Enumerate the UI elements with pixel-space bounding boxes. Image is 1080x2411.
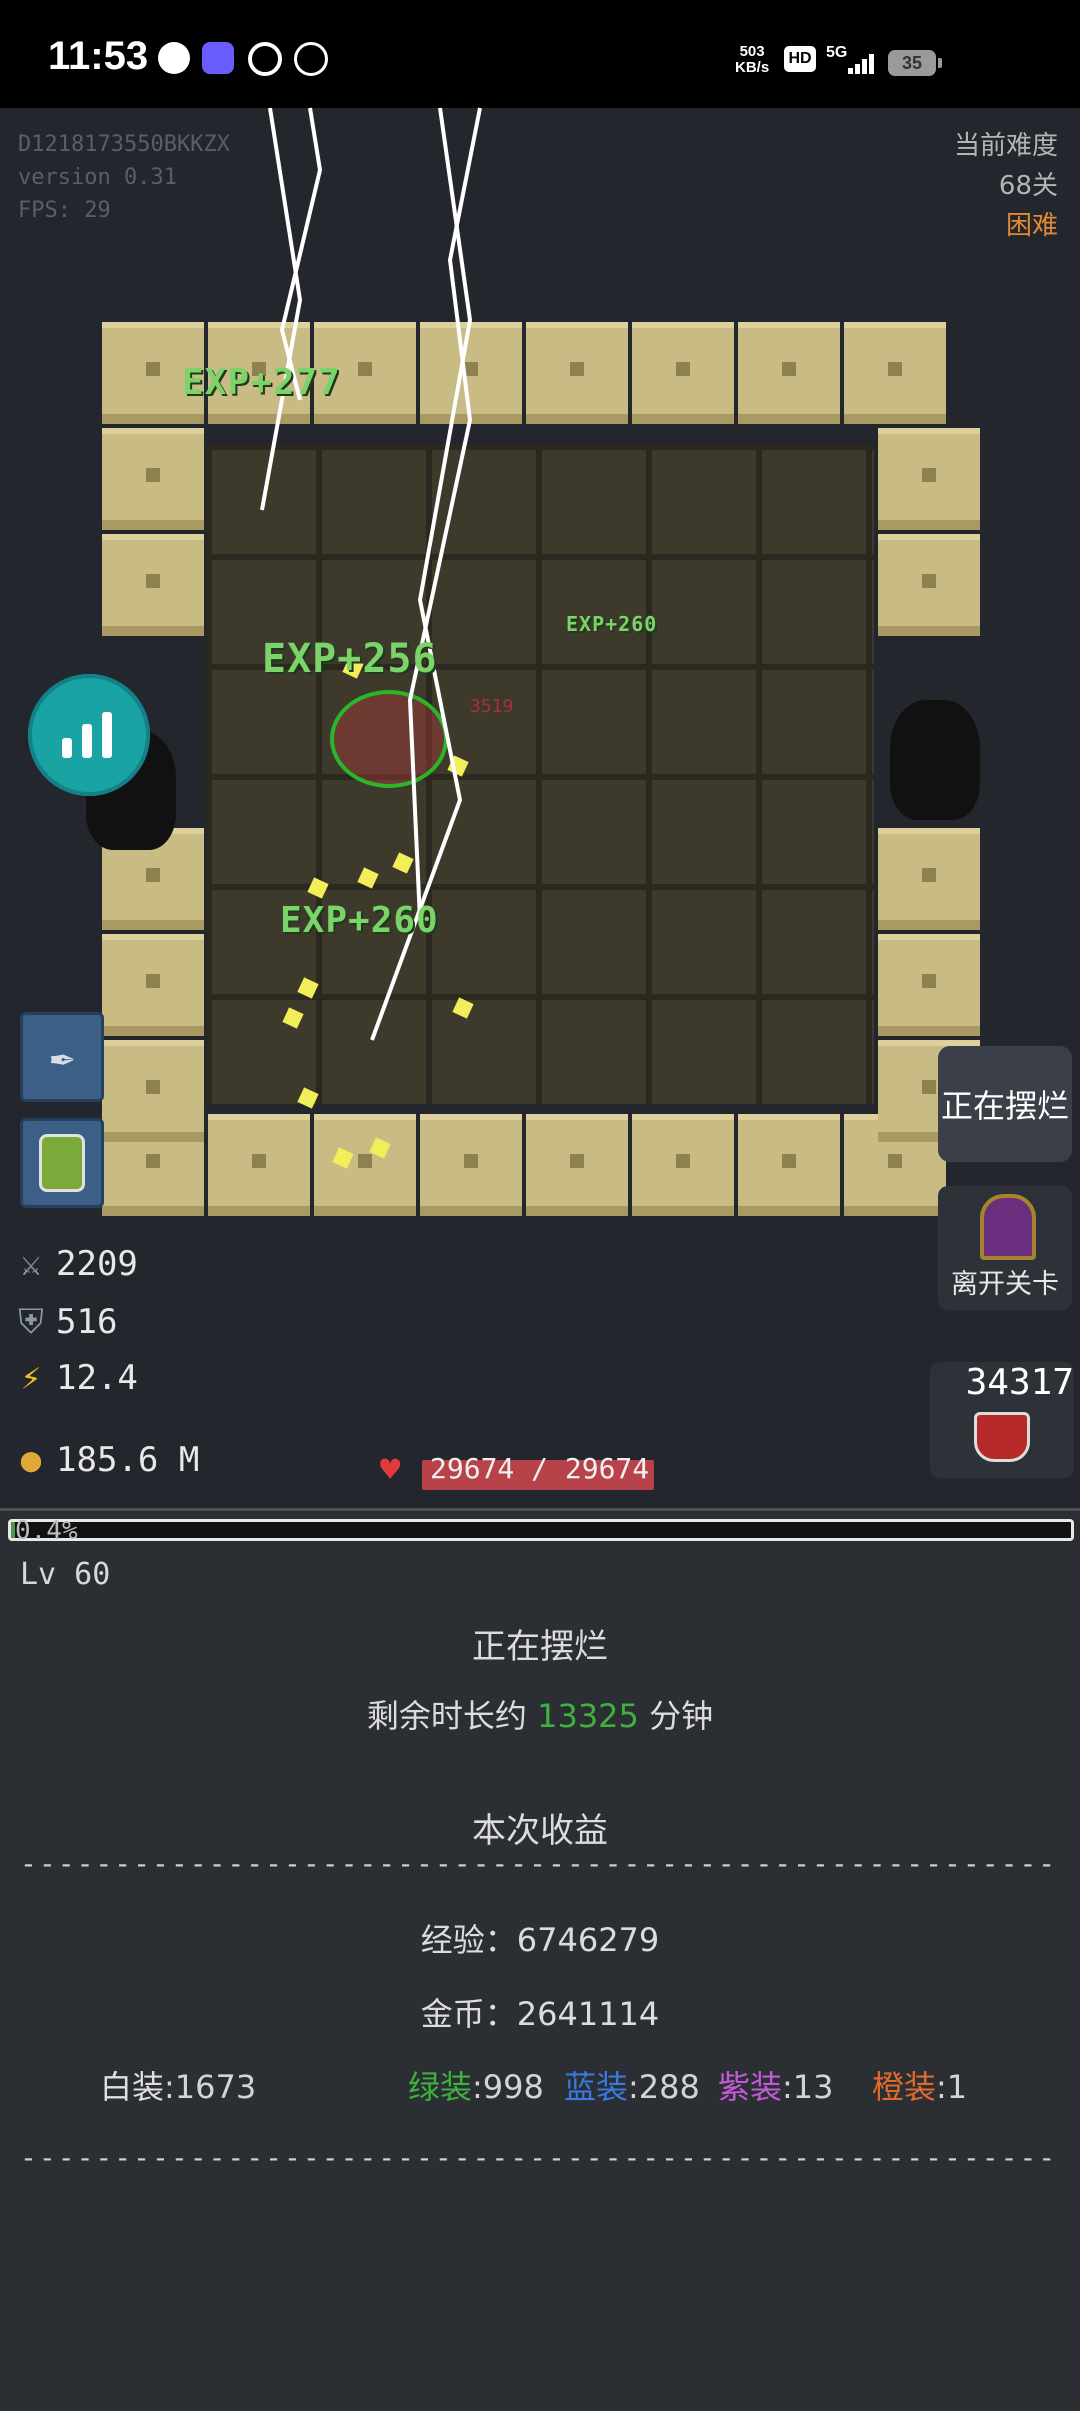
potion-icon <box>974 1412 1030 1462</box>
loot-purple: 紫装:13 <box>718 2062 834 2108</box>
exp-popup: EXP+260 <box>566 612 658 636</box>
earnings-exp: 经验：6746279 <box>0 1915 1080 1961</box>
defense-value: 516 <box>56 1302 118 1342</box>
gold-stat: ● 185.6 M <box>18 1440 200 1480</box>
shield-icon: ⛨ <box>18 1302 44 1342</box>
hp-bar: ♥ 29674 / 29674 <box>380 1448 656 1492</box>
loot-blue-label: 蓝装 <box>564 2068 629 2106</box>
exp-value: 6746279 <box>516 1921 660 1959</box>
leave-stage-label: 离开关卡 <box>951 1269 1059 1300</box>
exp-popup: EXP+256 <box>262 636 438 682</box>
feather-icon: ✒ <box>49 1034 75 1080</box>
idle-panel: 0.4% Lv 60 正在摆烂 剩余时长约 13325 分钟 本次收益 ----… <box>0 1508 1080 2411</box>
jar-icon <box>39 1134 85 1192</box>
loot-green-label: 绿装 <box>408 2068 473 2106</box>
idle-button[interactable]: 正在摆烂 <box>938 1046 1072 1162</box>
loot-orange: 橙装:1 <box>872 2062 967 2108</box>
speed-stat: ⚡ 12.4 <box>18 1358 138 1398</box>
gold-earned-value: 2641114 <box>516 1995 660 2033</box>
heart-icon: ♥ <box>380 1450 401 1490</box>
loot-green-value: :998 <box>472 2068 544 2106</box>
divider: ----------------------------------------… <box>20 2141 1060 2174</box>
divider: ----------------------------------------… <box>20 1847 1060 1880</box>
earnings-gold: 金币：2641114 <box>0 1989 1080 2035</box>
hp-text: 29674 / 29674 <box>430 1452 650 1485</box>
gold-label: 金币： <box>420 1995 517 2033</box>
potion-button[interactable]: 34317 <box>930 1362 1074 1478</box>
loot-purple-label: 紫装 <box>718 2068 783 2106</box>
loot-white-value: :1673 <box>164 2068 257 2106</box>
speed-value: 12.4 <box>56 1358 138 1398</box>
damage-popup: 3519 <box>470 696 514 717</box>
remaining-value: 13325 <box>537 1697 639 1735</box>
exp-label: 经验： <box>420 1921 517 1959</box>
leave-stage-button[interactable]: 离开关卡 <box>938 1186 1072 1310</box>
remaining-prefix: 剩余时长约 <box>366 1697 527 1735</box>
exp-popup: EXP+260 <box>280 900 439 941</box>
loot-green: 绿装:998 <box>408 2062 544 2108</box>
potion-count: 34317 <box>965 1362 1074 1403</box>
stats-button[interactable] <box>28 674 150 796</box>
skill-slot-jar[interactable] <box>20 1118 104 1208</box>
loot-white-label: 白装 <box>100 2068 165 2106</box>
loot-blue: 蓝装:288 <box>564 2062 700 2108</box>
attack-value: 2209 <box>56 1244 138 1284</box>
sword-icon: ⚔ <box>20 1244 42 1284</box>
exp-popup: EXP+277 <box>182 362 341 403</box>
loot-orange-label: 橙装 <box>872 2068 937 2106</box>
skill-slot-feather[interactable]: ✒ <box>20 1012 104 1102</box>
lightning-icon: ⚡ <box>20 1358 42 1398</box>
idle-status-title: 正在摆烂 <box>472 1627 608 1667</box>
loot-white: 白装:1673 <box>100 2062 256 2108</box>
loot-purple-value: :13 <box>782 2068 834 2106</box>
lightning-effect <box>260 107 482 1041</box>
loot-orange-value: :1 <box>936 2068 968 2106</box>
portal-icon <box>980 1194 1036 1260</box>
player-level: Lv 60 <box>20 1557 111 1592</box>
attack-stat: ⚔ 2209 <box>18 1244 138 1284</box>
remaining-suffix: 分钟 <box>649 1697 714 1735</box>
defense-stat: ⛨ 516 <box>18 1302 117 1342</box>
earnings-title: 本次收益 <box>472 1811 608 1851</box>
xp-bar: 0.4% <box>8 1516 1074 1546</box>
gold-value: 185.6 M <box>56 1440 200 1480</box>
loot-blue-value: :288 <box>628 2068 700 2106</box>
xp-percent: 0.4% <box>15 1516 78 1546</box>
coin-icon: ● <box>20 1440 42 1480</box>
remaining-time: 剩余时长约 13325 分钟 <box>0 1691 1080 1737</box>
